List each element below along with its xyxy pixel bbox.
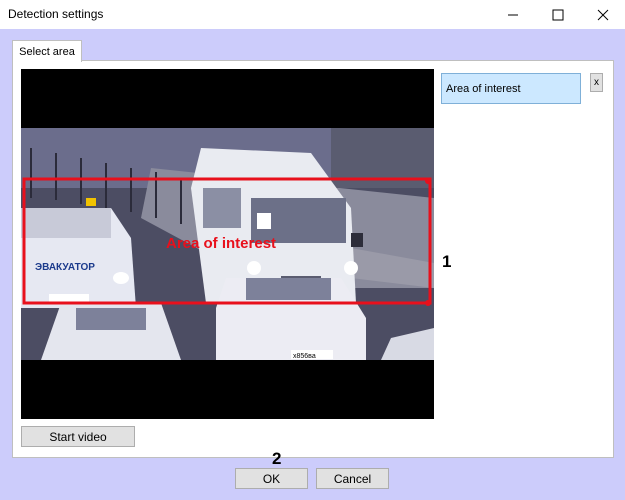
delete-area-button[interactable]: x bbox=[590, 73, 603, 92]
minimize-icon bbox=[508, 14, 518, 15]
region-label: Area of interest bbox=[166, 235, 276, 252]
maximize-button[interactable] bbox=[535, 0, 581, 29]
callout-one: 1 bbox=[442, 252, 452, 271]
tab-select-area[interactable]: Select area bbox=[12, 40, 82, 62]
minimize-button[interactable] bbox=[490, 0, 536, 29]
license-plate: х856ва bbox=[293, 353, 316, 360]
close-icon bbox=[597, 9, 609, 20]
cancel-button[interactable]: Cancel bbox=[316, 468, 389, 489]
video-preview[interactable]: ЭВАКУАТОР х856ва Area of interest bbox=[21, 69, 434, 419]
title-bar: Detection settings bbox=[0, 0, 625, 29]
camera-frame: ЭВАКУАТОР х856ва Area of interest bbox=[21, 128, 434, 360]
region-handle[interactable] bbox=[425, 178, 431, 184]
window-title: Detection settings bbox=[8, 7, 104, 21]
maximize-icon bbox=[552, 9, 564, 20]
start-video-button[interactable]: Start video bbox=[21, 426, 135, 447]
area-name: Area of interest bbox=[446, 82, 521, 95]
callout-two: 2 bbox=[272, 449, 282, 468]
region-handle[interactable] bbox=[425, 300, 431, 306]
close-button[interactable] bbox=[580, 0, 625, 29]
ok-button[interactable]: OK bbox=[235, 468, 308, 489]
tow-truck-lettering: ЭВАКУАТОР bbox=[35, 262, 95, 273]
area-list-item[interactable]: Area of interest bbox=[441, 73, 581, 104]
